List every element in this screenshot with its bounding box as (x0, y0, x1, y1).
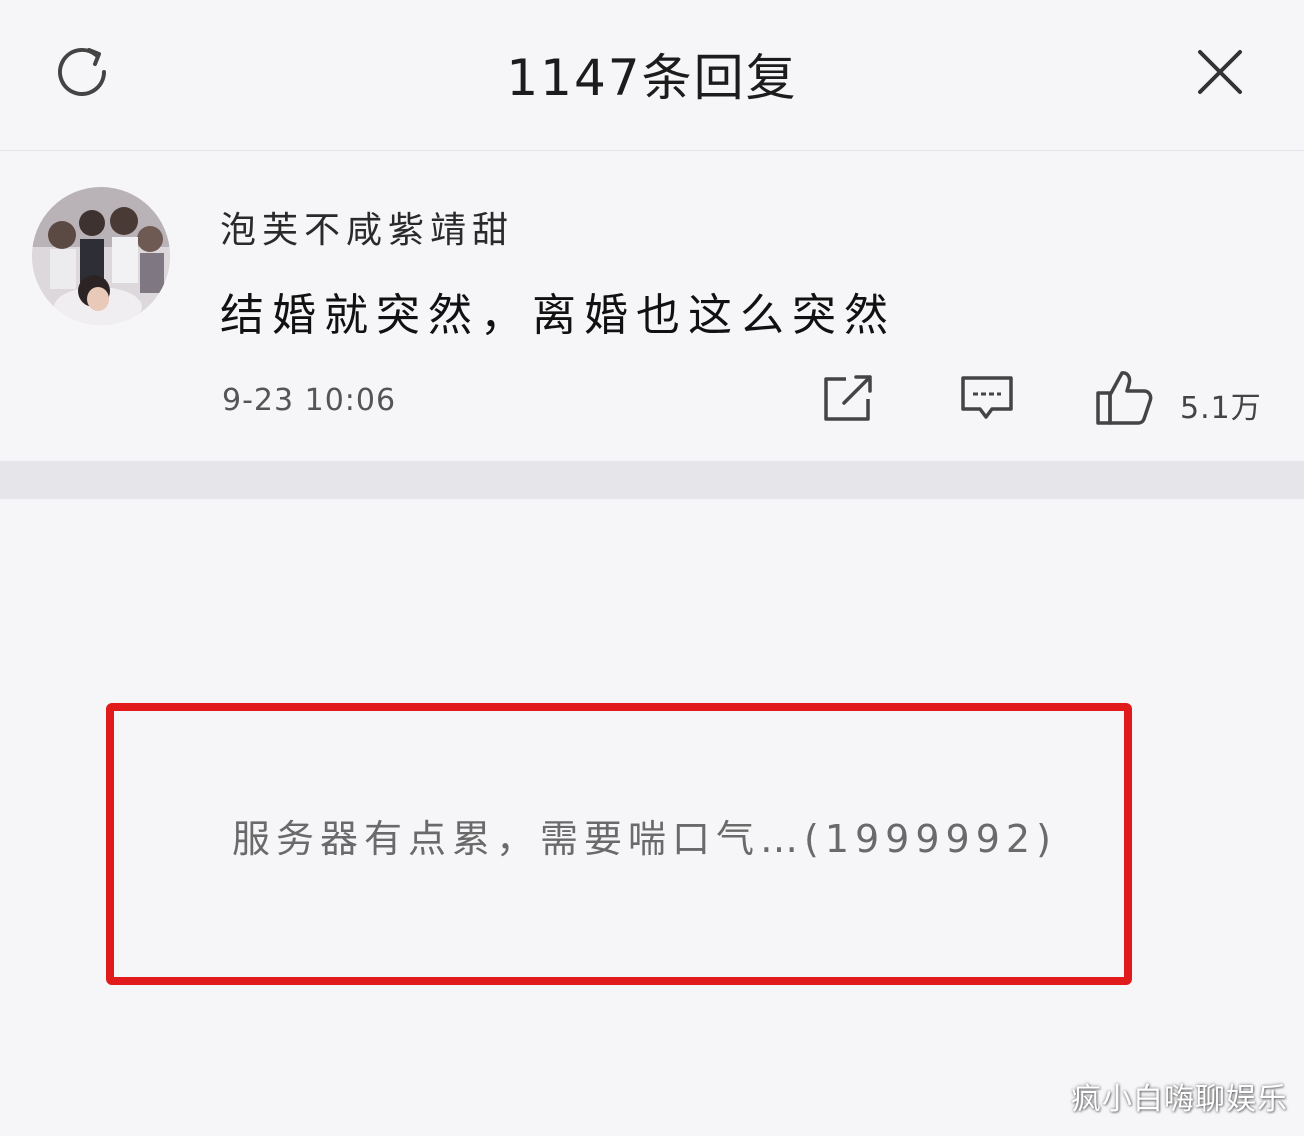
section-divider (0, 461, 1304, 499)
close-icon[interactable] (1194, 46, 1246, 98)
comment-timestamp: 9-23 10:06 (222, 383, 397, 418)
comment-text: 结婚就突然，离婚也这么突然 (220, 290, 896, 341)
comment-username[interactable]: 泡芙不咸紫靖甜 (220, 201, 514, 253)
watermark: 疯小白嗨聊娱乐 (1071, 1082, 1288, 1117)
server-error-message: 服务器有点累，需要喘口气…(1999992) (232, 817, 1057, 861)
like-count: 5.1万 (1180, 391, 1262, 426)
avatar[interactable] (32, 187, 170, 325)
share-icon[interactable] (820, 373, 876, 425)
page-title: 1147条回复 (506, 49, 798, 107)
header-bar: 1147条回复 (0, 0, 1304, 151)
comment-card: 泡芙不咸紫靖甜 结婚就突然，离婚也这么突然 9-23 10:06 5.1万 (0, 151, 1304, 461)
thumbs-up-icon[interactable] (1094, 369, 1154, 427)
comment-icon[interactable] (958, 373, 1016, 425)
